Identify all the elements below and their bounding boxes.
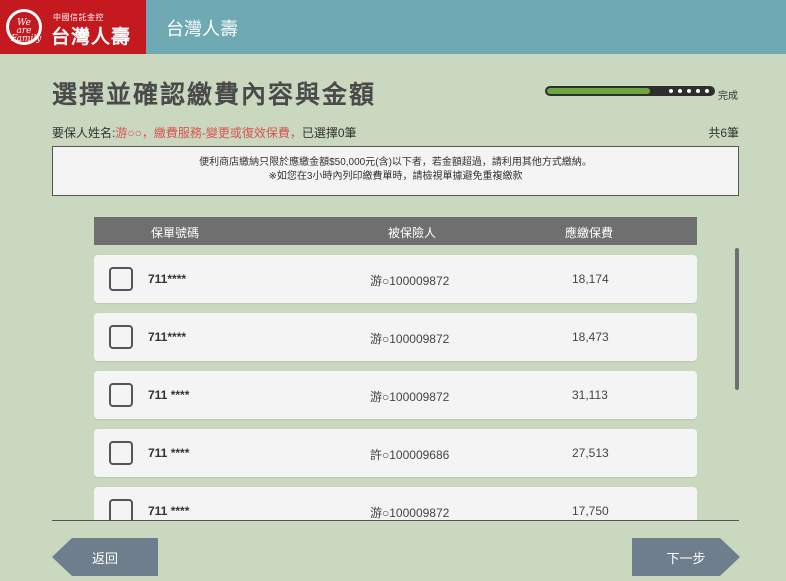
list-divider (52, 520, 739, 521)
insured-id: 游○100009872 (370, 332, 450, 346)
selected-count: 已選擇0筆 (301, 126, 357, 140)
insured-id: 游○100009872 (370, 274, 450, 288)
row-checkbox[interactable] (109, 325, 133, 349)
company-logo: We are Family 中國信託金控 台灣人壽 (0, 0, 146, 54)
column-premium: 應繳保費 (565, 226, 614, 240)
insured-id: 許○100009686 (370, 448, 450, 462)
policy-list[interactable]: 711**** 游○100009872 18,174 711**** 游○100… (94, 245, 697, 521)
premium-amount: 18,473 (572, 330, 609, 344)
header-title: 台灣人壽 (166, 19, 238, 39)
notice-line-1: 便利商店繳納只限於應繳金額$50,000元(含)以下者，若金額超過，請利用其他方… (199, 157, 592, 168)
premium-amount: 18,174 (572, 272, 609, 286)
notice-line-2: ※如您在3小時內列印繳費單時，請檢視單據避免重複繳款 (268, 171, 523, 182)
policy-number: 711**** (148, 330, 187, 344)
row-checkbox[interactable] (109, 267, 133, 291)
logo-company-name: 台灣人壽 (51, 27, 132, 48)
app-header: We are Family 中國信託金控 台灣人壽 台灣人壽 (0, 0, 786, 54)
progress-bar (545, 86, 715, 96)
row-checkbox[interactable] (109, 383, 133, 407)
policy-number: 711**** (148, 272, 187, 286)
row-checkbox[interactable] (109, 441, 133, 465)
progress-fill (547, 88, 650, 94)
progress-dots (669, 89, 709, 93)
service-type: ，繳費服務-變更或復效保費， (141, 126, 302, 140)
table-row[interactable]: 711**** 游○100009872 18,174 (94, 255, 697, 303)
table-row[interactable]: 711 **** 游○100009872 17,750 (94, 487, 697, 521)
we-are-family-emblem-icon: We are Family (6, 9, 42, 45)
next-button[interactable]: 下一步 (632, 538, 740, 576)
table-row[interactable]: 711 **** 許○100009686 27,513 (94, 429, 697, 477)
column-insured: 被保險人 (388, 226, 437, 240)
policy-number: 711 **** (148, 446, 190, 460)
back-button[interactable]: 返回 (52, 538, 158, 576)
table-header: 保單號碼 被保險人 應繳保費 (94, 217, 697, 245)
holder-name: 游○○ (115, 126, 142, 140)
table-row[interactable]: 711**** 游○100009872 18,473 (94, 313, 697, 361)
premium-amount: 27,513 (572, 446, 609, 460)
progress-label: 完成 (718, 91, 738, 102)
emblem-text: We are Family (11, 18, 42, 44)
list-scrollbar[interactable] (735, 248, 739, 390)
policy-number: 711 **** (148, 504, 190, 518)
payment-notice: 便利商店繳納只限於應繳金額$50,000元(含)以下者，若金額超過，請利用其他方… (52, 146, 739, 196)
holder-label: 要保人姓名: (52, 126, 116, 140)
insured-id: 游○100009872 (370, 390, 450, 404)
premium-amount: 17,750 (572, 504, 609, 518)
table-row[interactable]: 711 **** 游○100009872 31,113 (94, 371, 697, 419)
insured-id: 游○100009872 (370, 506, 450, 520)
total-count: 共6筆 (708, 126, 739, 140)
premium-amount: 31,113 (572, 388, 608, 402)
policy-holder-info: 要保人姓名:游○○，繳費服務-變更或復效保費，已選擇0筆 (52, 124, 357, 141)
column-policy-number: 保單號碼 (151, 226, 200, 240)
page-title: 選擇並確認繳費內容與金額 (52, 81, 377, 109)
row-checkbox[interactable] (109, 499, 133, 521)
policy-number: 711 **** (148, 388, 190, 402)
